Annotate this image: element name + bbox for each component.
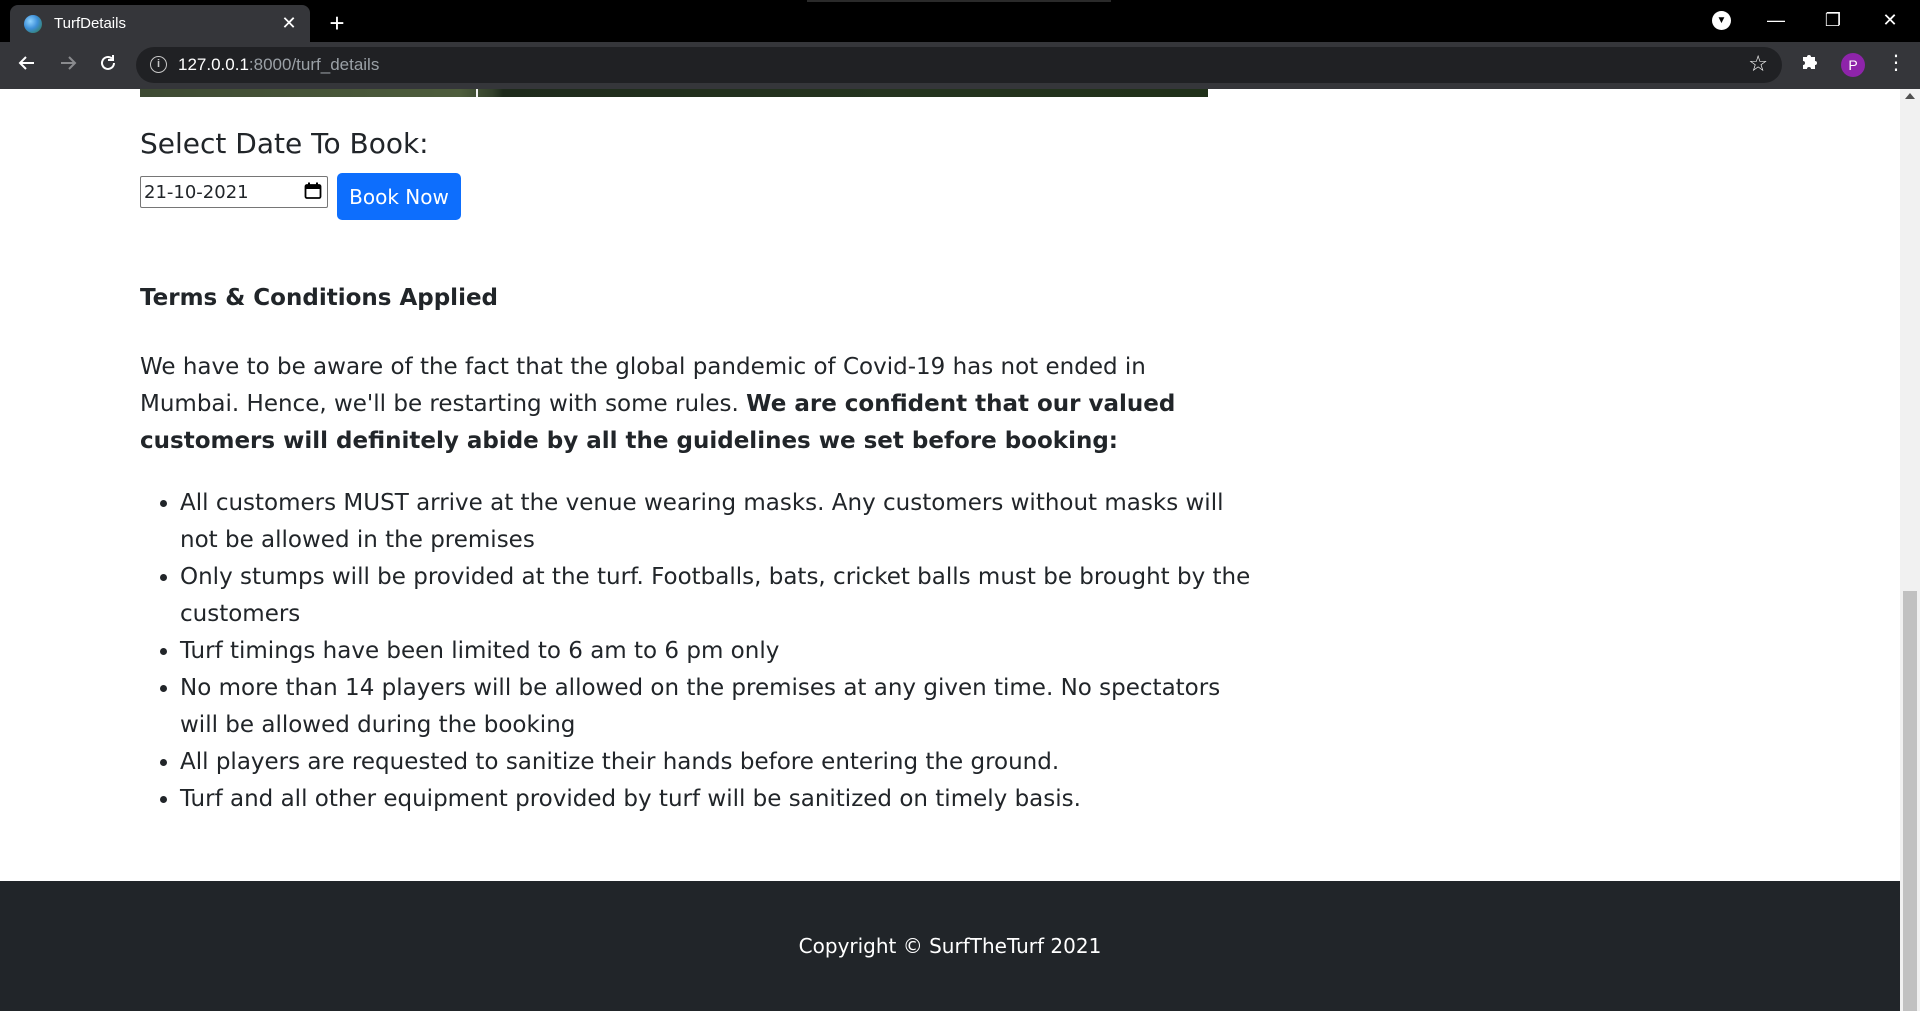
close-window-button[interactable]: ✕ <box>1862 0 1918 42</box>
list-item: No more than 14 players will be allowed … <box>180 670 1260 744</box>
tab-close-icon[interactable]: ✕ <box>278 12 300 34</box>
scrollbar-thumb[interactable] <box>1903 591 1917 1011</box>
book-now-button[interactable]: Book Now <box>337 173 461 220</box>
turf-image <box>140 89 1208 97</box>
puzzle-icon[interactable] <box>1800 51 1820 77</box>
restore-window-button[interactable]: ❐ <box>1805 0 1861 42</box>
tab-title: TurfDetails <box>54 15 126 32</box>
image-divider <box>476 89 478 97</box>
bookmark-star-icon[interactable]: ☆ <box>1748 51 1768 77</box>
tab-strip-indicator <box>807 0 1111 2</box>
new-tab-button[interactable]: + <box>322 8 352 38</box>
forward-arrow-icon[interactable] <box>52 50 84 82</box>
copyright-text: Copyright © SurfTheTurf 2021 <box>798 934 1102 958</box>
list-item: All customers MUST arrive at the venue w… <box>180 485 1260 559</box>
calendar-icon[interactable] <box>304 182 322 200</box>
reload-icon[interactable] <box>92 50 124 82</box>
booking-date-value: 21-10-2021 <box>144 182 249 203</box>
minimize-window-button[interactable]: — <box>1748 0 1804 42</box>
url-text[interactable]: 127.0.0.1:8000/turf_details <box>178 55 379 75</box>
page-viewport: Select Date To Book: 21-10-2021 Book Now… <box>0 89 1900 1011</box>
browser-tab[interactable]: TurfDetails ✕ <box>10 5 310 42</box>
tab-search-icon[interactable]: ▼ <box>1712 11 1731 30</box>
info-icon[interactable]: i <box>150 56 167 73</box>
terms-intro: We have to be aware of the fact that the… <box>140 349 1225 460</box>
profile-avatar[interactable]: P <box>1841 53 1865 77</box>
browser-toolbar: i 127.0.0.1:8000/turf_details ☆ <box>0 42 1920 89</box>
url-host: 127.0.0.1 <box>178 55 249 74</box>
list-item: Turf and all other equipment provided by… <box>180 781 1260 818</box>
page-scrollbar[interactable] <box>1900 89 1920 1011</box>
browser-tab-bar: TurfDetails ✕ + ▼ — ❐ ✕ <box>0 0 1920 42</box>
booking-date-input[interactable]: 21-10-2021 <box>140 176 328 208</box>
rules-list: All customers MUST arrive at the venue w… <box>140 485 1260 818</box>
list-item: Turf timings have been limited to 6 am t… <box>180 633 1260 670</box>
select-date-heading: Select Date To Book: <box>140 127 429 160</box>
globe-favicon-icon <box>24 15 42 33</box>
back-arrow-icon[interactable] <box>11 50 43 82</box>
list-item: Only stumps will be provided at the turf… <box>180 559 1260 633</box>
kebab-menu-icon[interactable]: ⋮ <box>1886 50 1906 75</box>
address-bar[interactable]: i 127.0.0.1:8000/turf_details ☆ <box>136 47 1782 83</box>
scroll-up-arrow-icon[interactable] <box>1905 93 1915 99</box>
list-item: All players are requested to sanitize th… <box>180 744 1260 781</box>
terms-heading: Terms & Conditions Applied <box>140 285 499 311</box>
url-path: :8000/turf_details <box>248 55 380 74</box>
page-footer: Copyright © SurfTheTurf 2021 <box>0 881 1900 1011</box>
